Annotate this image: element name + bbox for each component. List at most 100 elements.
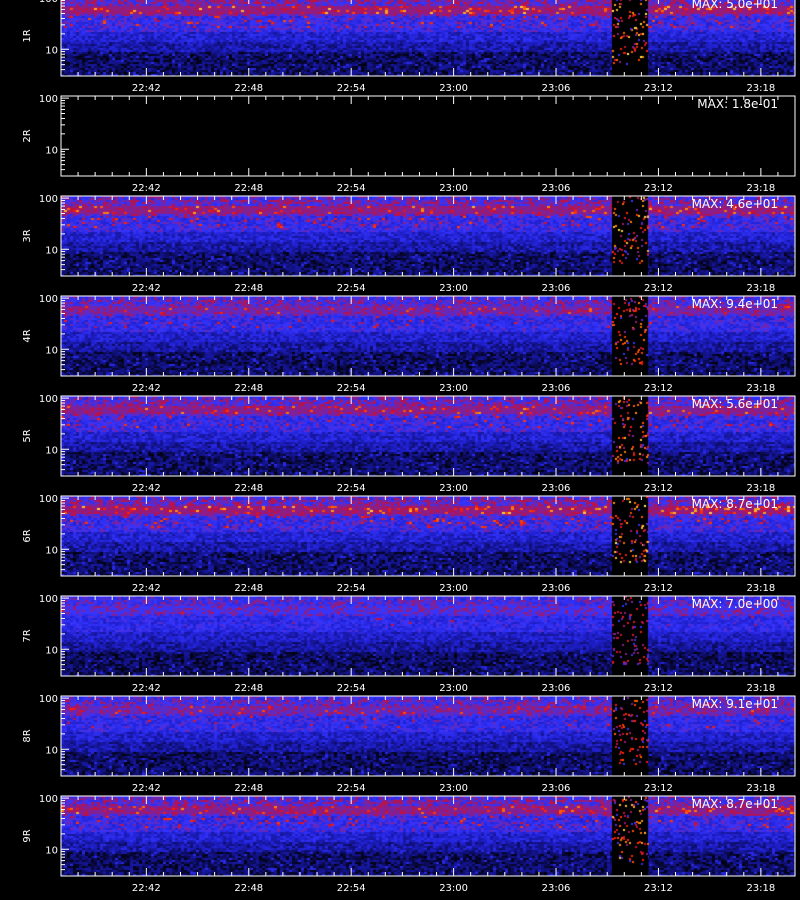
x-tick-label: 23:00 — [439, 883, 468, 894]
max-value-label: MAX: 5.6e+01 — [692, 397, 778, 411]
x-tick-label: 22:48 — [234, 83, 263, 94]
x-tick-label: 23:12 — [644, 883, 673, 894]
spectrogram-image — [61, 0, 795, 76]
x-tick-label: 22:42 — [132, 483, 161, 494]
x-tick-label: 23:00 — [439, 783, 468, 794]
y-tick-label: 100 — [39, 0, 58, 5]
spectrogram-figure: 100 10 1R MAX: 5.0e+01 22:42 22:48 22:54 23:00 2… — [0, 0, 800, 900]
spectrogram-image — [61, 396, 795, 476]
panel-label: 8R — [22, 729, 33, 742]
x-tick-label: 23:18 — [746, 183, 775, 194]
spectrogram-image — [61, 496, 795, 576]
y-tick-label: 100 — [39, 794, 58, 805]
x-tick-label: 22:54 — [337, 483, 366, 494]
x-tick-label: 23:12 — [644, 583, 673, 594]
x-tick-label: 23:12 — [644, 483, 673, 494]
x-tick-label: 23:00 — [439, 83, 468, 94]
x-tick-label: 22:48 — [234, 183, 263, 194]
max-value-label: MAX: 8.7e+01 — [692, 797, 778, 811]
x-tick-label: 22:42 — [132, 883, 161, 894]
x-tick-label: 23:00 — [439, 183, 468, 194]
x-tick-label: 22:54 — [337, 783, 366, 794]
y-tick-label: 100 — [39, 194, 58, 205]
x-tick-label: 23:18 — [746, 783, 775, 794]
max-value-label: MAX: 5.0e+01 — [692, 0, 778, 11]
panel-label: 3R — [22, 229, 33, 242]
spectrogram-image — [61, 196, 795, 276]
y-tick-label: 100 — [39, 394, 58, 405]
x-tick-label: 22:54 — [337, 283, 366, 294]
panel-label: 6R — [22, 529, 33, 542]
x-tick-label: 22:54 — [337, 183, 366, 194]
x-tick-label: 23:12 — [644, 683, 673, 694]
x-tick-label: 22:54 — [337, 683, 366, 694]
max-value-label: MAX: 9.4e+01 — [692, 297, 778, 311]
x-tick-label: 23:18 — [746, 483, 775, 494]
x-tick-label: 23:18 — [746, 583, 775, 594]
x-tick-label: 23:12 — [644, 283, 673, 294]
y-tick-label: 10 — [45, 745, 58, 756]
x-tick-label: 22:48 — [234, 483, 263, 494]
x-tick-label: 23:00 — [439, 283, 468, 294]
spectrogram-image — [61, 296, 795, 376]
panel-label: 4R — [22, 329, 33, 342]
x-tick-label: 23:12 — [644, 783, 673, 794]
y-tick-label: 100 — [39, 94, 58, 105]
panel-label: 5R — [22, 429, 33, 442]
x-tick-label: 23:06 — [542, 783, 571, 794]
y-tick-label: 10 — [45, 545, 58, 556]
x-tick-label: 22:48 — [234, 283, 263, 294]
x-tick-label: 22:42 — [132, 783, 161, 794]
y-tick-label: 100 — [39, 294, 58, 305]
x-tick-label: 22:42 — [132, 83, 161, 94]
x-tick-label: 23:06 — [542, 883, 571, 894]
y-tick-label: 10 — [45, 645, 58, 656]
x-tick-label: 23:06 — [542, 83, 571, 94]
y-tick-label: 100 — [39, 494, 58, 505]
x-tick-label: 22:54 — [337, 583, 366, 594]
x-tick-label: 23:12 — [644, 183, 673, 194]
y-tick-label: 100 — [39, 594, 58, 605]
x-tick-label: 23:00 — [439, 383, 468, 394]
x-tick-label: 22:54 — [337, 383, 366, 394]
y-tick-label: 10 — [45, 845, 58, 856]
spectrogram-image — [61, 696, 795, 776]
x-tick-label: 22:54 — [337, 83, 366, 94]
panel-label: 1R — [22, 29, 33, 42]
x-tick-label: 23:18 — [746, 883, 775, 894]
x-tick-label: 23:06 — [542, 583, 571, 594]
x-tick-label: 22:48 — [234, 883, 263, 894]
x-tick-label: 22:42 — [132, 383, 161, 394]
x-tick-label: 23:18 — [746, 283, 775, 294]
panel-label: 2R — [22, 129, 33, 142]
x-tick-label: 22:42 — [132, 283, 161, 294]
max-value-label: MAX: 8.7e+01 — [692, 497, 778, 511]
y-tick-label: 10 — [45, 345, 58, 356]
spectrogram-image — [61, 796, 795, 876]
x-tick-label: 23:12 — [644, 83, 673, 94]
panel-label: 9R — [22, 829, 33, 842]
x-tick-label: 23:06 — [542, 183, 571, 194]
x-tick-label: 22:48 — [234, 783, 263, 794]
x-tick-label: 23:18 — [746, 83, 775, 94]
panel-label: 7R — [22, 629, 33, 642]
x-tick-label: 22:48 — [234, 683, 263, 694]
x-tick-label: 23:06 — [542, 283, 571, 294]
spectrogram-image — [61, 596, 795, 676]
x-tick-label: 23:06 — [542, 383, 571, 394]
x-tick-label: 22:54 — [337, 883, 366, 894]
x-tick-label: 22:42 — [132, 683, 161, 694]
x-tick-label: 22:42 — [132, 183, 161, 194]
x-tick-label: 23:18 — [746, 683, 775, 694]
x-tick-label: 23:06 — [542, 483, 571, 494]
x-tick-label: 22:48 — [234, 583, 263, 594]
x-tick-label: 23:18 — [746, 383, 775, 394]
x-tick-label: 23:00 — [439, 483, 468, 494]
x-tick-label: 23:00 — [439, 583, 468, 594]
y-tick-label: 10 — [45, 45, 58, 56]
x-tick-label: 23:06 — [542, 683, 571, 694]
y-tick-label: 100 — [39, 694, 58, 705]
x-tick-label: 22:42 — [132, 583, 161, 594]
max-value-label: MAX: 9.1e+01 — [692, 697, 778, 711]
y-tick-label: 10 — [45, 245, 58, 256]
